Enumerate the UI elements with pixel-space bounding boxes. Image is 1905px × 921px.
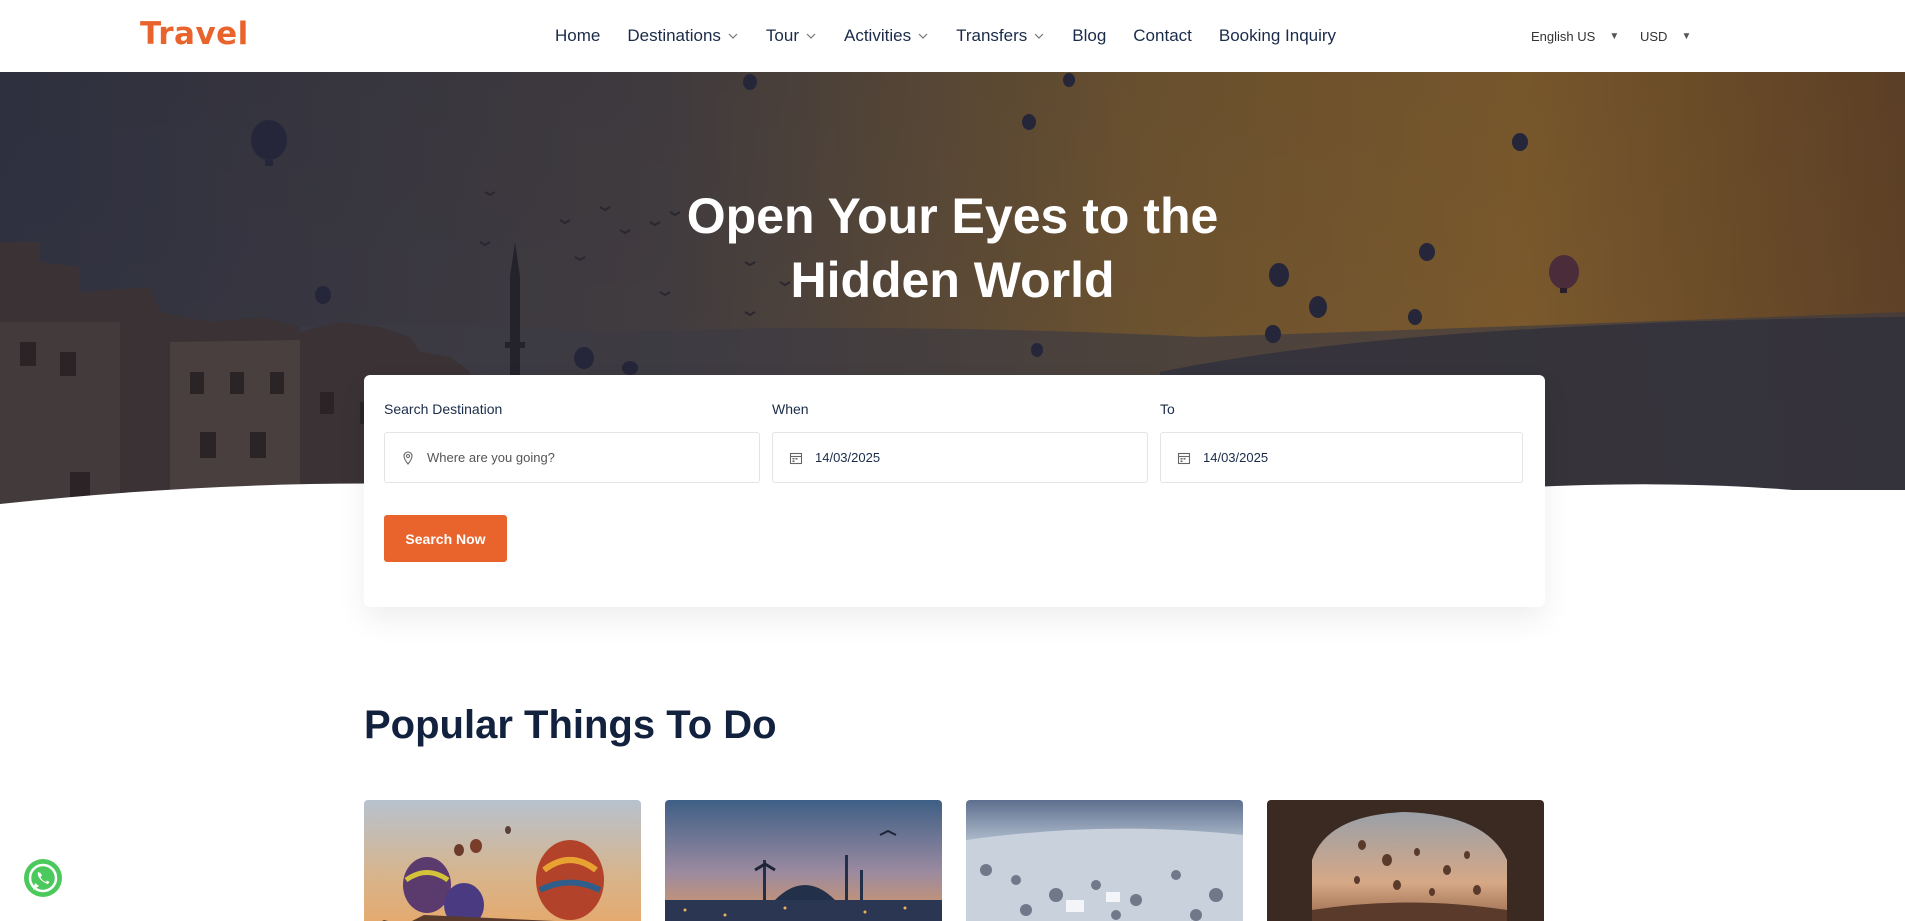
nav-label: Activities bbox=[844, 26, 912, 45]
popular-card-snow-mountain[interactable] bbox=[966, 800, 1243, 921]
popular-cards bbox=[364, 800, 1544, 921]
nav-item-activities[interactable]: Activities bbox=[844, 26, 929, 46]
nav-label: Blog bbox=[1072, 26, 1107, 45]
nav-item-home[interactable]: Home bbox=[555, 26, 600, 46]
chevron-down-icon bbox=[727, 30, 739, 42]
hero-title: Open Your Eyes to the Hidden World bbox=[0, 184, 1905, 312]
hero-title-line-2: Hidden World bbox=[790, 252, 1115, 308]
nav-label: Contact bbox=[1133, 26, 1192, 45]
chevron-down-icon bbox=[917, 30, 929, 42]
to-label: To bbox=[1160, 401, 1175, 417]
nav-item-destinations[interactable]: Destinations bbox=[627, 26, 739, 46]
whatsapp-button[interactable] bbox=[22, 857, 64, 899]
nav-label: Transfers bbox=[956, 26, 1028, 45]
currency-selector[interactable]: USD ▼ bbox=[1640, 0, 1691, 72]
currency-label: USD bbox=[1640, 28, 1668, 44]
nav-item-transfers[interactable]: Transfers bbox=[956, 26, 1045, 46]
destination-placeholder: Where are you going? bbox=[427, 450, 555, 465]
to-date-value: 14/03/2025 bbox=[1203, 450, 1269, 465]
destination-label: Search Destination bbox=[384, 401, 503, 417]
site-logo[interactable]: Travel bbox=[140, 16, 249, 52]
whatsapp-icon bbox=[24, 859, 62, 897]
when-date-input[interactable]: 14/03/2025 bbox=[772, 432, 1148, 483]
calendar-icon bbox=[789, 451, 803, 465]
destination-input[interactable]: Where are you going? bbox=[384, 432, 760, 483]
chevron-down-icon bbox=[805, 30, 817, 42]
to-date-input[interactable]: 14/03/2025 bbox=[1160, 432, 1523, 483]
chevron-down-icon bbox=[1033, 30, 1045, 42]
nav-item-blog[interactable]: Blog bbox=[1072, 26, 1106, 46]
card-image bbox=[364, 800, 641, 921]
nav-label: Home bbox=[555, 26, 601, 45]
site-header: Travel Home Destinations Tour Activities… bbox=[0, 0, 1905, 72]
main-nav: Home Destinations Tour Activities Transf… bbox=[555, 0, 1336, 72]
search-form: Search Destination Where are you going? … bbox=[364, 375, 1545, 607]
calendar-icon bbox=[1177, 451, 1191, 465]
card-image bbox=[665, 800, 942, 921]
map-pin-icon bbox=[401, 450, 415, 465]
popular-card-balloons[interactable] bbox=[364, 800, 641, 921]
card-image bbox=[1267, 800, 1544, 921]
nav-label: Booking Inquiry bbox=[1218, 26, 1337, 45]
language-selector[interactable]: English US ▼ bbox=[1531, 0, 1619, 72]
hero-title-line-1: Open Your Eyes to the bbox=[686, 188, 1219, 244]
nav-item-booking-inquiry[interactable]: Booking Inquiry bbox=[1219, 26, 1336, 46]
search-now-button[interactable]: Search Now bbox=[384, 515, 507, 562]
nav-label: Destinations bbox=[627, 26, 721, 45]
language-label: English US bbox=[1531, 28, 1596, 44]
nav-label: Tour bbox=[765, 26, 799, 45]
card-image bbox=[966, 800, 1243, 921]
popular-section-title: Popular Things To Do bbox=[364, 703, 777, 747]
popular-card-istanbul[interactable] bbox=[665, 800, 942, 921]
nav-item-contact[interactable]: Contact bbox=[1133, 26, 1192, 46]
caret-down-icon: ▼ bbox=[1681, 30, 1692, 42]
caret-down-icon: ▼ bbox=[1609, 30, 1620, 42]
popular-card-cave-view[interactable] bbox=[1267, 800, 1544, 921]
nav-item-tour[interactable]: Tour bbox=[766, 26, 817, 46]
when-date-value: 14/03/2025 bbox=[815, 450, 881, 465]
when-label: When bbox=[772, 401, 809, 417]
